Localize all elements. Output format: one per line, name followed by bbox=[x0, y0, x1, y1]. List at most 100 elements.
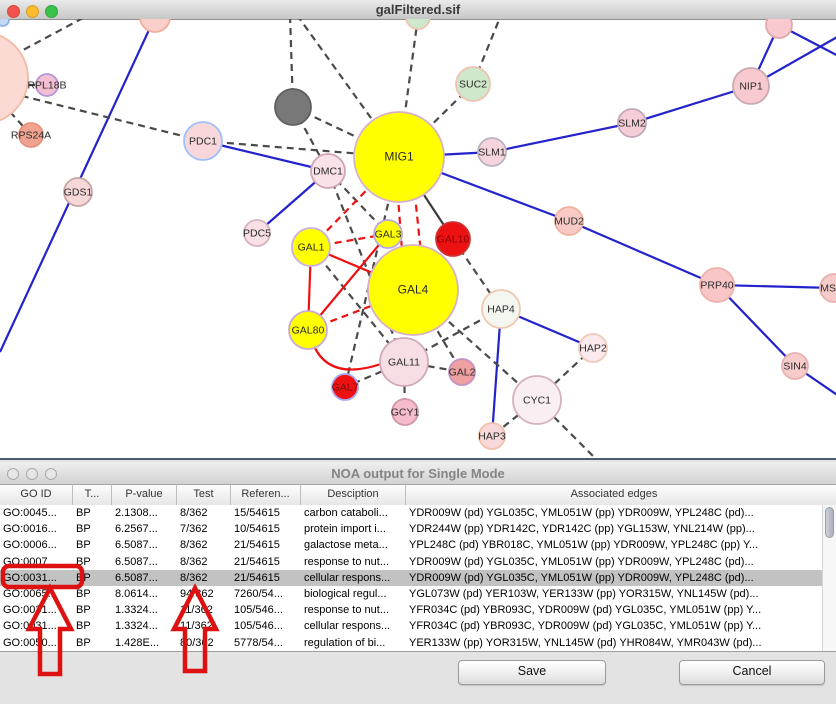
cell-reference: 21/54615 bbox=[231, 554, 301, 570]
column-header-type[interactable]: T... bbox=[73, 485, 112, 505]
cell-go_id: GO:0031... bbox=[0, 570, 73, 586]
graph-node-large-left[interactable] bbox=[0, 32, 28, 124]
graph-node-label-GAL3: GAL3 bbox=[375, 229, 402, 241]
cell-go_id: GO:0007... bbox=[0, 554, 73, 570]
cell-go_id: GO:0045... bbox=[0, 505, 73, 521]
cell-edges: YFR034C (pd) YBR093C, YDR009W (pd) YGL03… bbox=[406, 618, 822, 634]
graph-node-label-MSL1: MSL1 bbox=[820, 283, 836, 295]
cell-edges: YGL073W (pd) YER103W, YER133W (pp) YOR31… bbox=[406, 586, 822, 602]
column-header-description[interactable]: Desciption bbox=[301, 485, 406, 505]
column-header-reference[interactable]: Referen... bbox=[231, 485, 301, 505]
graph-node-label-SIN4: SIN4 bbox=[783, 361, 807, 373]
cell-test: 11/362 bbox=[177, 618, 231, 634]
graph-node-label-SUC2: SUC2 bbox=[459, 79, 487, 91]
graph-node-label-GAL2: GAL2 bbox=[449, 367, 476, 379]
cell-p_value: 6.5087... bbox=[112, 537, 177, 553]
cell-description: protein import i... bbox=[301, 521, 406, 537]
scrollbar-thumb[interactable] bbox=[825, 507, 834, 538]
graph-node-label-GAL1: GAL1 bbox=[298, 242, 325, 254]
cell-description: response to nut... bbox=[301, 554, 406, 570]
graph-window-title: galFiltered.sif bbox=[0, 0, 836, 19]
noa-window-titlebar[interactable]: NOA output for Single Mode bbox=[0, 462, 836, 485]
table-row[interactable]: GO:0007...BP6.5087...8/36221/54615respon… bbox=[0, 554, 822, 570]
column-header-go_id[interactable]: GO ID bbox=[0, 485, 73, 505]
cell-p_value: 8.0614... bbox=[112, 586, 177, 602]
graph-node-unnamed-gray[interactable] bbox=[275, 89, 311, 125]
cell-type: BP bbox=[73, 586, 112, 602]
cell-p_value: 2.1308... bbox=[112, 505, 177, 521]
cell-reference: 5778/54... bbox=[231, 635, 301, 651]
cell-description: biological regul... bbox=[301, 586, 406, 602]
graph-node-label-GAL7: GAL7 bbox=[332, 382, 359, 394]
graph-node-label-NIP1: NIP1 bbox=[739, 81, 763, 93]
cell-reference: 21/54615 bbox=[231, 570, 301, 586]
graph-node-label-CYC1: CYC1 bbox=[523, 395, 551, 407]
cell-reference: 105/546... bbox=[231, 618, 301, 634]
cell-description: carbon cataboli... bbox=[301, 505, 406, 521]
column-header-p_value[interactable]: P-value bbox=[112, 485, 177, 505]
table-row[interactable]: GO:0045...BP2.1308...8/36215/54615carbon… bbox=[0, 505, 822, 521]
cell-p_value: 1.3324... bbox=[112, 602, 177, 618]
graph-edge-blue[interactable] bbox=[569, 221, 717, 285]
cell-type: BP bbox=[73, 602, 112, 618]
cell-go_id: GO:0006... bbox=[0, 537, 73, 553]
cancel-button[interactable]: Cancel bbox=[679, 660, 825, 685]
graph-window-titlebar[interactable]: galFiltered.sif bbox=[0, 0, 836, 20]
graph-node-topright-pink[interactable] bbox=[766, 19, 792, 38]
column-header-test[interactable]: Test bbox=[177, 485, 231, 505]
graph-node-label-PRP40: PRP40 bbox=[700, 280, 733, 292]
graph-node-label-GAL4: GAL4 bbox=[398, 283, 429, 297]
cell-description: galactose meta... bbox=[301, 537, 406, 553]
graph-node-label-SLM1: SLM1 bbox=[478, 147, 506, 159]
graph-node-label-GAL80: GAL80 bbox=[292, 325, 325, 337]
cell-p_value: 1.3324... bbox=[112, 618, 177, 634]
graph-edge-red[interactable] bbox=[314, 346, 381, 370]
cell-edges: YFR034C (pd) YBR093C, YDR009W (pd) YGL03… bbox=[406, 602, 822, 618]
graph-node-green-top[interactable] bbox=[406, 19, 430, 29]
cell-p_value: 6.5087... bbox=[112, 570, 177, 586]
graph-edge-dashed[interactable] bbox=[10, 19, 83, 57]
cell-test: 8/362 bbox=[177, 505, 231, 521]
graph-node-corner-frag[interactable] bbox=[0, 19, 9, 26]
cell-type: BP bbox=[73, 570, 112, 586]
graph-node-label-GAL11: GAL11 bbox=[388, 357, 420, 369]
cell-reference: 7260/54... bbox=[231, 586, 301, 602]
cell-type: BP bbox=[73, 505, 112, 521]
graph-node-label-MIG1: MIG1 bbox=[384, 150, 414, 164]
table-row[interactable]: GO:0006...BP6.5087...8/36221/54615galact… bbox=[0, 537, 822, 553]
table-row[interactable]: GO:0016...BP6.2567...7/36210/54615protei… bbox=[0, 521, 822, 537]
graph-node-top-pink[interactable] bbox=[140, 19, 170, 32]
cell-reference: 105/546... bbox=[231, 602, 301, 618]
table-row[interactable]: GO:0031...BP6.5087...8/36221/54615cellul… bbox=[0, 570, 822, 586]
cell-edges: YPL248C (pd) YBR018C, YML051W (pp) YDR00… bbox=[406, 537, 822, 553]
graph-node-label-RPS24A: RPS24A bbox=[11, 130, 51, 142]
cell-reference: 10/54615 bbox=[231, 521, 301, 537]
graph-node-label-GCY1: GCY1 bbox=[391, 407, 420, 419]
table-header-row: GO IDT...P-valueTestReferen...Desciption… bbox=[0, 485, 836, 506]
vertical-scrollbar[interactable] bbox=[822, 505, 836, 651]
cell-description: cellular respons... bbox=[301, 570, 406, 586]
cell-test: 8/362 bbox=[177, 554, 231, 570]
graph-edge-blue[interactable] bbox=[492, 123, 632, 152]
graph-node-label-HAP3: HAP3 bbox=[478, 431, 506, 443]
column-header-edges[interactable]: Associated edges bbox=[406, 485, 822, 505]
cell-test: 11/362 bbox=[177, 602, 231, 618]
table-row[interactable]: GO:0031...BP1.3324...11/362105/546...cel… bbox=[0, 618, 822, 634]
cell-go_id: GO:0065... bbox=[0, 586, 73, 602]
table-row[interactable]: GO:0031...BP1.3324...11/362105/546...res… bbox=[0, 602, 822, 618]
cell-test: 94/362 bbox=[177, 586, 231, 602]
cell-reference: 21/54615 bbox=[231, 537, 301, 553]
save-button[interactable]: Save bbox=[458, 660, 606, 685]
cell-description: response to nut... bbox=[301, 602, 406, 618]
cell-test: 80/362 bbox=[177, 635, 231, 651]
screen: galFiltered.sif RPL18BRPS24AGDS1PDC1DMC1… bbox=[0, 0, 836, 704]
graph-node-label-SLM2: SLM2 bbox=[618, 118, 646, 130]
cell-p_value: 6.5087... bbox=[112, 554, 177, 570]
cell-test: 8/362 bbox=[177, 537, 231, 553]
cell-type: BP bbox=[73, 521, 112, 537]
table-row[interactable]: GO:0050...BP1.428E...80/3625778/54...reg… bbox=[0, 635, 822, 651]
graph-node-label-PDC5: PDC5 bbox=[243, 228, 271, 240]
graph-node-label-GAL10: GAL10 bbox=[437, 234, 470, 246]
network-svg[interactable]: RPL18BRPS24AGDS1PDC1DMC1PDC5SUC2SLM1SLM2… bbox=[0, 19, 836, 458]
table-row[interactable]: GO:0065...BP8.0614...94/3627260/54...bio… bbox=[0, 586, 822, 602]
